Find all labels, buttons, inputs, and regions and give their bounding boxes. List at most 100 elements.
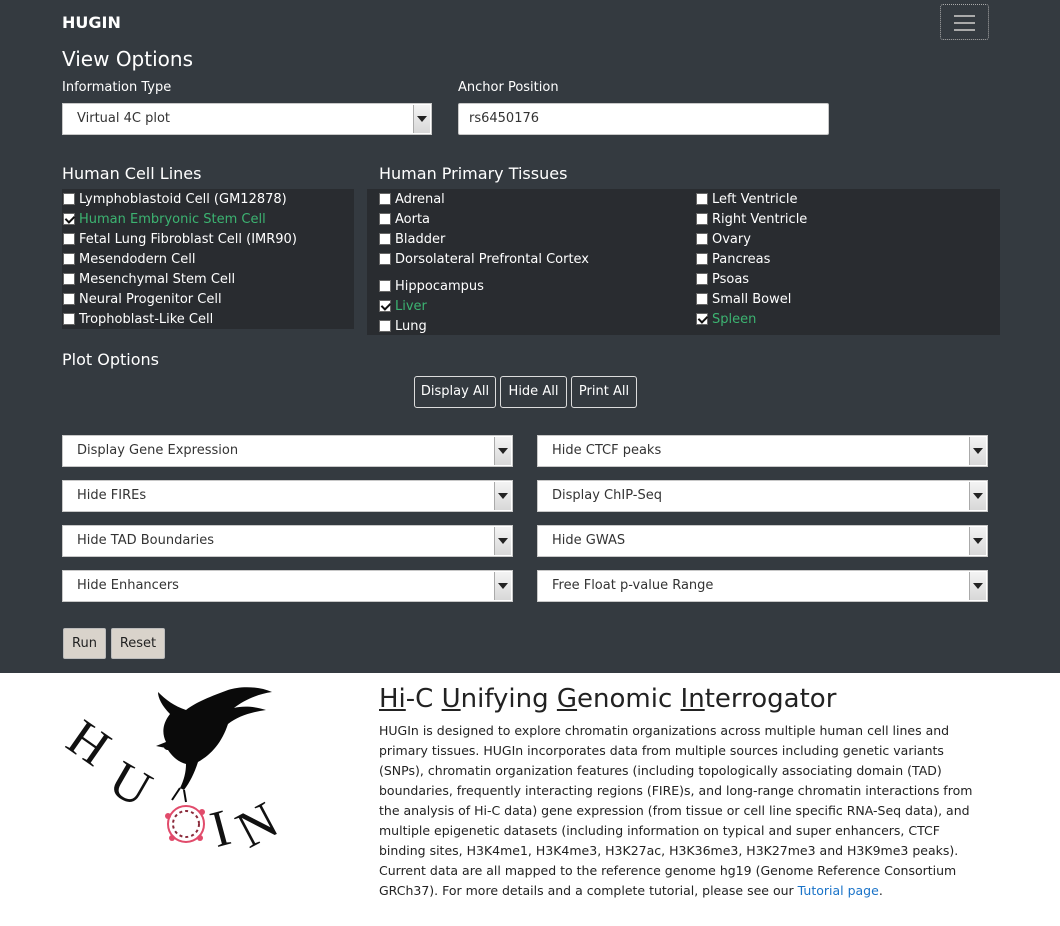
checkbox[interactable] <box>63 213 75 225</box>
tissue-checkbox[interactable]: Adrenal <box>379 192 445 208</box>
checkbox[interactable] <box>696 193 708 205</box>
dropdown-arrow-icon <box>413 105 430 133</box>
tissue-checkbox[interactable]: Aorta <box>379 212 430 228</box>
tissue-checkbox[interactable]: Ovary <box>696 232 751 248</box>
checkbox[interactable] <box>379 280 391 292</box>
checkbox[interactable] <box>63 193 75 205</box>
fires-select[interactable]: Hide FIREs <box>62 480 513 512</box>
checkbox[interactable] <box>63 273 75 285</box>
checkbox[interactable] <box>696 313 708 325</box>
tissue-checkbox[interactable]: Lung <box>379 319 427 335</box>
hamburger-icon <box>954 29 975 31</box>
chip-seq-select[interactable]: Display ChIP-Seq <box>537 480 988 512</box>
information-type-value: Virtual 4C plot <box>77 111 171 126</box>
tad-boundaries-select[interactable]: Hide TAD Boundaries <box>62 525 513 557</box>
tissue-checkbox[interactable]: Dorsolateral Prefrontal Cortex <box>379 252 589 268</box>
tissue-checkbox[interactable]: Right Ventricle <box>696 212 807 228</box>
checkbox-label: Lung <box>395 319 427 334</box>
view-options-heading: View Options <box>62 47 193 71</box>
menu-toggle-button[interactable] <box>940 4 989 40</box>
plot-options-heading: Plot Options <box>62 350 159 369</box>
tissue-checkbox[interactable]: Liver <box>379 299 427 315</box>
checkbox[interactable] <box>379 213 391 225</box>
information-type-select[interactable]: Virtual 4C plot <box>62 103 432 135</box>
gene-expression-select[interactable]: Display Gene Expression <box>62 435 513 467</box>
select-value: Hide CTCF peaks <box>552 443 662 458</box>
checkbox-label: Left Ventricle <box>712 192 798 207</box>
checkbox[interactable] <box>696 233 708 245</box>
checkbox-label: Hippocampus <box>395 279 484 294</box>
tissue-checkbox[interactable]: Pancreas <box>696 252 770 268</box>
tutorial-link[interactable]: Tutorial page <box>798 883 879 898</box>
checkbox[interactable] <box>379 300 391 312</box>
page-title: Hi-C Unifying Genomic Interrogator <box>379 684 837 714</box>
tissue-checkbox[interactable]: Small Bowel <box>696 292 791 308</box>
dropdown-arrow-icon <box>494 437 511 465</box>
select-value: Hide TAD Boundaries <box>77 533 215 548</box>
hugin-logo: H U I N <box>62 687 288 859</box>
tissue-checkbox[interactable]: Hippocampus <box>379 279 484 295</box>
checkbox[interactable] <box>696 293 708 305</box>
checkbox-label: Right Ventricle <box>712 212 808 227</box>
cell-line-checkbox[interactable]: Human Embryonic Stem Cell <box>63 212 266 228</box>
checkbox-label: Pancreas <box>712 252 771 267</box>
cell-line-checkbox[interactable]: Trophoblast-Like Cell <box>63 312 213 328</box>
cell-line-checkbox[interactable]: Fetal Lung Fibroblast Cell (IMR90) <box>63 232 297 248</box>
cell-line-checkbox[interactable]: Mesendodern Cell <box>63 252 195 268</box>
description: HUGIn is designed to explore chromatin o… <box>379 723 973 898</box>
information-type-label: Information Type <box>62 80 172 95</box>
checkbox[interactable] <box>63 253 75 265</box>
anchor-position-input[interactable]: rs6450176 <box>458 103 829 135</box>
hamburger-icon <box>954 15 975 17</box>
checkbox[interactable] <box>63 313 75 325</box>
select-value: Hide GWAS <box>552 533 626 548</box>
select-value: Hide Enhancers <box>77 578 179 593</box>
svg-text:N: N <box>228 791 288 859</box>
checkbox[interactable] <box>696 213 708 225</box>
checkbox[interactable] <box>379 320 391 332</box>
select-value: Display Gene Expression <box>77 443 239 458</box>
checkbox-label: Small Bowel <box>712 292 792 307</box>
dropdown-arrow-icon <box>494 482 511 510</box>
tissue-checkbox[interactable]: Psoas <box>696 272 749 288</box>
cell-line-checkbox[interactable]: Mesenchymal Stem Cell <box>63 272 235 288</box>
display-all-button[interactable]: Display All <box>414 376 496 408</box>
checkbox[interactable] <box>379 253 391 265</box>
tissue-checkbox[interactable]: Left Ventricle <box>696 192 798 208</box>
hamburger-icon <box>954 22 975 24</box>
checkbox-label: Adrenal <box>395 192 445 207</box>
p-value-range-select[interactable]: Free Float p-value Range <box>537 570 988 602</box>
checkbox[interactable] <box>379 233 391 245</box>
checkbox-label: Fetal Lung Fibroblast Cell (IMR90) <box>79 232 297 247</box>
tissue-checkbox[interactable]: Bladder <box>379 232 445 248</box>
reset-button[interactable]: Reset <box>111 628 165 659</box>
print-all-button[interactable]: Print All <box>571 376 637 408</box>
run-button[interactable]: Run <box>63 628 106 659</box>
checkbox-label: Spleen <box>712 312 757 327</box>
cell-line-checkbox[interactable]: Neural Progenitor Cell <box>63 292 222 308</box>
ctcf-peaks-select[interactable]: Hide CTCF peaks <box>537 435 988 467</box>
control-panel: HUGIN View Options Information Type Virt… <box>0 0 1060 673</box>
dna-ring-icon <box>165 805 205 843</box>
tissue-checkbox[interactable]: Spleen <box>696 312 756 328</box>
checkbox[interactable] <box>696 253 708 265</box>
gwas-select[interactable]: Hide GWAS <box>537 525 988 557</box>
cell-line-checkbox[interactable]: Lymphoblastoid Cell (GM12878) <box>63 192 287 208</box>
checkbox[interactable] <box>696 273 708 285</box>
navbar-brand[interactable]: HUGIN <box>62 13 121 32</box>
checkbox-label: Bladder <box>395 232 446 247</box>
checkbox-label: Liver <box>395 299 427 314</box>
cell-lines-heading: Human Cell Lines <box>62 164 202 183</box>
checkbox[interactable] <box>63 233 75 245</box>
select-value: Hide FIREs <box>77 488 147 503</box>
dropdown-arrow-icon <box>494 527 511 555</box>
checkbox-label: Trophoblast-Like Cell <box>79 312 214 327</box>
dropdown-arrow-icon <box>494 572 511 600</box>
dropdown-arrow-icon <box>969 572 986 600</box>
enhancers-select[interactable]: Hide Enhancers <box>62 570 513 602</box>
hide-all-button[interactable]: Hide All <box>500 376 567 408</box>
checkbox[interactable] <box>63 293 75 305</box>
checkbox[interactable] <box>379 193 391 205</box>
dropdown-arrow-icon <box>969 527 986 555</box>
dropdown-arrow-icon <box>969 437 986 465</box>
